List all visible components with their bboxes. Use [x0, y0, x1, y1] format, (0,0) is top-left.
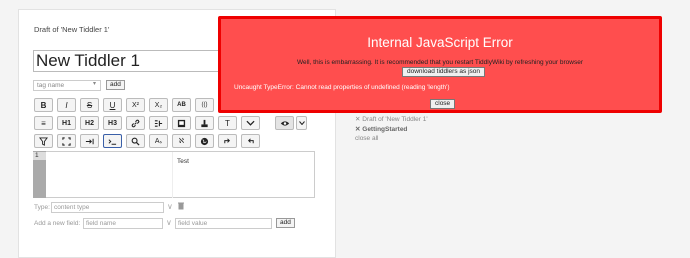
preview-eye-icon[interactable]: [275, 116, 294, 130]
heading2-icon[interactable]: H2: [80, 116, 99, 130]
text-size-icon[interactable]: T: [218, 116, 237, 130]
close-all-link[interactable]: close all: [355, 135, 378, 142]
line-number: 1: [33, 152, 46, 160]
draft-title: Draft of 'New Tiddler 1': [34, 25, 110, 34]
more-dropdown-icon[interactable]: [241, 116, 260, 130]
field-value-input[interactable]: field value: [175, 218, 272, 229]
indent-icon[interactable]: [80, 134, 99, 148]
italic-icon[interactable]: I: [57, 98, 76, 112]
translate-icon[interactable]: ℵ: [172, 134, 191, 148]
chevron-down-icon[interactable]: ∨: [167, 202, 173, 211]
story-list-item[interactable]: ✕ GettingStarted: [355, 125, 407, 133]
link-icon[interactable]: [126, 116, 145, 130]
trash-icon[interactable]: [178, 202, 184, 212]
error-title: Internal JavaScript Error: [367, 35, 513, 50]
chevron-down-icon[interactable]: ∨: [166, 218, 172, 227]
transclude-block-icon[interactable]: [149, 116, 168, 130]
preview-text: Test: [177, 158, 189, 165]
add-field-button[interactable]: add: [276, 218, 295, 228]
globe-icon[interactable]: [195, 134, 214, 148]
heading1-icon[interactable]: H1: [57, 116, 76, 130]
image-icon[interactable]: [172, 116, 191, 130]
preview-divider: [172, 152, 173, 198]
filter-icon[interactable]: [34, 134, 53, 148]
title-input[interactable]: New Tiddler 1: [33, 50, 223, 72]
error-detail: Uncaught TypeError: Cannot read properti…: [234, 84, 450, 91]
command-icon[interactable]: [103, 134, 122, 148]
add-tag-button[interactable]: add: [106, 80, 125, 90]
redo-icon[interactable]: [218, 134, 237, 148]
tag-input[interactable]: tag name: [33, 80, 101, 91]
underline-icon[interactable]: U: [103, 98, 122, 112]
zoom-icon[interactable]: [126, 134, 145, 148]
superscript-icon[interactable]: X²: [126, 98, 145, 112]
subscript-icon[interactable]: X₂: [149, 98, 168, 112]
download-json-button[interactable]: download tiddlers as json: [402, 67, 485, 77]
transclude-icon[interactable]: ((): [195, 98, 214, 112]
error-dialog: Internal JavaScript Error Well, this is …: [218, 16, 662, 113]
type-input[interactable]: content type: [51, 202, 164, 213]
undo-icon[interactable]: [241, 134, 260, 148]
new-field-label: Add a new field:: [34, 220, 81, 227]
strikethrough-icon[interactable]: S: [80, 98, 99, 112]
heading3-icon[interactable]: H3: [103, 116, 122, 130]
fullscreen-icon[interactable]: [57, 134, 76, 148]
story-list-item[interactable]: ✕ Draft of 'New Tiddler 1': [355, 115, 428, 123]
bold-icon[interactable]: B: [34, 98, 53, 112]
smallcaps-icon[interactable]: AB: [172, 98, 191, 112]
type-label: Type:: [34, 204, 50, 211]
close-button[interactable]: close: [430, 99, 456, 109]
text-editor-area[interactable]: [33, 151, 315, 198]
chevron-down-icon[interactable]: ▾: [93, 80, 96, 87]
preview-dropdown-icon[interactable]: [296, 116, 307, 130]
list-icon[interactable]: ≡: [34, 116, 53, 130]
error-message: Well, this is embarrassing. It is recomm…: [297, 59, 583, 66]
font-case-icon[interactable]: Aₛ: [149, 134, 168, 148]
field-name-input[interactable]: field name: [83, 218, 163, 229]
stamp-icon[interactable]: [195, 116, 214, 130]
